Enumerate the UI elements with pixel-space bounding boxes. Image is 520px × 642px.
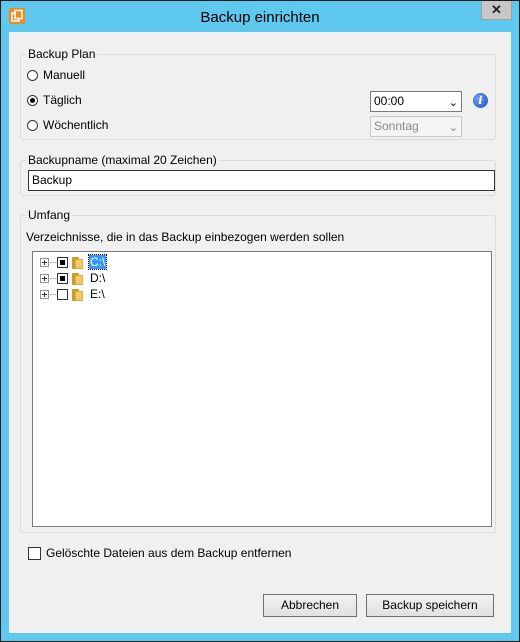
- info-icon[interactable]: i: [473, 93, 488, 108]
- radio-taeglich[interactable]: Täglich: [27, 92, 82, 108]
- backup-plan-group: Backup Plan Manuell Täglich Wöchentlich …: [20, 47, 496, 140]
- save-backup-button[interactable]: Backup speichern: [366, 594, 494, 617]
- folder-icon: [72, 288, 84, 301]
- backup-name-legend: Backupname (maximal 20 Zeichen): [26, 153, 219, 167]
- tree-connector: [50, 277, 56, 279]
- radio-label-taeglich: Täglich: [43, 93, 82, 107]
- radio-manuell[interactable]: Manuell: [27, 67, 85, 83]
- cancel-button[interactable]: Abbrechen: [263, 594, 357, 617]
- radio-button[interactable]: [27, 119, 38, 131]
- tree-node-c[interactable]: C:\: [40, 254, 108, 270]
- chevron-down-icon: ⌄: [448, 97, 458, 109]
- backup-name-group: Backupname (maximal 20 Zeichen) Backup: [20, 153, 496, 196]
- tree-node-d[interactable]: D:\: [40, 270, 106, 286]
- radio-woechentlich[interactable]: Wöchentlich: [27, 117, 108, 133]
- tree-connector: [50, 293, 56, 295]
- weekday-select: Sonntag ⌄: [370, 116, 462, 137]
- folder-icon: [72, 256, 84, 269]
- tree-checkbox[interactable]: [57, 256, 68, 268]
- close-icon: ✕: [491, 2, 502, 17]
- dialog-content: Backup Plan Manuell Täglich Wöchentlich …: [9, 32, 511, 633]
- time-select-value: 00:00: [374, 94, 405, 108]
- expand-icon[interactable]: [40, 257, 49, 267]
- scope-legend: Umfang: [26, 208, 73, 222]
- time-select[interactable]: 00:00 ⌄: [370, 91, 462, 112]
- tree-node-label[interactable]: E:\: [89, 287, 106, 301]
- weekday-select-value: Sonntag: [374, 119, 419, 133]
- tree-connector: [50, 261, 56, 263]
- scope-group: Umfang Verzeichnisse, die in das Backup …: [20, 208, 496, 533]
- delete-files-option[interactable]: Gelöschte Dateien aus dem Backup entfern…: [28, 546, 291, 560]
- delete-files-checkbox[interactable]: [28, 546, 41, 560]
- directory-tree[interactable]: C:\ D:\ E:\: [32, 251, 492, 527]
- tree-node-label[interactable]: C:\: [87, 254, 108, 270]
- radio-button[interactable]: [27, 94, 38, 106]
- tree-checkbox[interactable]: [57, 288, 68, 300]
- close-button[interactable]: ✕: [481, 1, 512, 20]
- delete-files-label: Gelöschte Dateien aus dem Backup entfern…: [46, 546, 292, 560]
- backup-plan-legend: Backup Plan: [26, 47, 98, 61]
- tree-checkbox[interactable]: [57, 272, 68, 284]
- expand-icon[interactable]: [40, 273, 49, 283]
- backup-name-input[interactable]: Backup: [28, 170, 495, 191]
- chevron-down-icon: ⌄: [448, 122, 458, 134]
- title-bar[interactable]: Backup einrichten ✕: [1, 1, 519, 32]
- dialog-window: Backup einrichten ✕ Backup Plan Manuell …: [0, 0, 520, 642]
- expand-icon[interactable]: [40, 289, 49, 299]
- tree-node-label[interactable]: D:\: [89, 271, 106, 285]
- folder-icon: [72, 272, 84, 285]
- radio-label-woechentlich: Wöchentlich: [43, 118, 109, 132]
- tree-node-e[interactable]: E:\: [40, 286, 106, 302]
- scope-description: Verzeichnisse, die in das Backup einbezo…: [26, 230, 345, 244]
- radio-label-manuell: Manuell: [43, 68, 86, 82]
- window-title: Backup einrichten: [200, 9, 320, 26]
- radio-button[interactable]: [27, 69, 38, 81]
